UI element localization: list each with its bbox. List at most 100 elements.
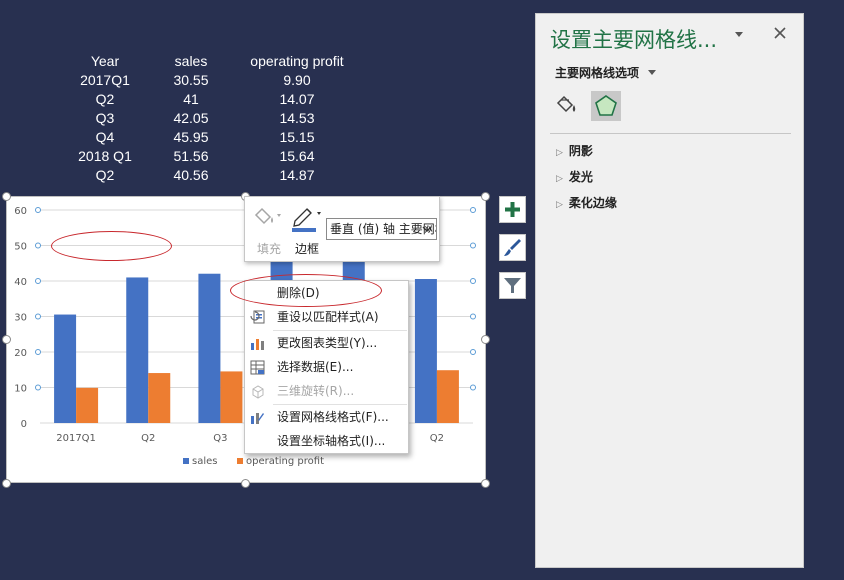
table-cell: 51.56 — [173, 148, 209, 164]
resize-handle[interactable] — [2, 192, 11, 201]
table-row: Q4 45.95 15.15 — [60, 128, 362, 147]
table-row: Q3 42.05 14.53 — [60, 109, 362, 128]
section-label: 柔化边缘 — [568, 196, 617, 210]
pen-outline-icon — [292, 208, 321, 232]
legend-swatch — [183, 458, 189, 464]
annotation-ellipse-gridline — [51, 231, 172, 261]
menu-item-label: 重设以匹配样式(A) — [277, 310, 379, 324]
resize-handle[interactable] — [481, 335, 490, 344]
border-button[interactable]: 边框 — [289, 203, 325, 257]
resize-handle[interactable] — [241, 479, 250, 488]
paint-bucket-icon — [254, 207, 281, 225]
resize-handle[interactable] — [481, 479, 490, 488]
table-header-row: Year sales operating profit — [60, 52, 362, 71]
table-cell: 15.64 — [279, 148, 315, 164]
gridline-selection-handle — [470, 207, 476, 213]
legend-swatch — [237, 458, 243, 464]
bar-operating-profit — [148, 373, 171, 423]
options-label: 主要网格线选项 — [555, 66, 640, 80]
table-cell: Q2 — [95, 167, 115, 183]
chart-filters-button[interactable] — [499, 272, 526, 299]
format-pane: 设置主要网格线... 主要网格线选项 ▷ 阴影 ▷ 发光 ▷ 柔化边缘 — [535, 13, 804, 568]
menu-item-select-data[interactable]: 选择数据(E)... — [245, 355, 408, 379]
y-tick-label: 30 — [14, 313, 27, 324]
expand-triangle-icon: ▷ — [556, 200, 563, 210]
data-table: Year sales operating profit 2017Q1 30.55… — [60, 52, 362, 185]
gridline-selection-handle — [470, 384, 476, 391]
table-cell: 9.90 — [283, 72, 311, 88]
tab-fill-line[interactable] — [553, 91, 583, 121]
close-icon — [774, 27, 786, 39]
y-tick-label: 60 — [14, 206, 27, 217]
section-shadow[interactable]: ▷ 阴影 — [556, 142, 593, 159]
bar-operating-profit — [436, 370, 459, 423]
bar-sales — [414, 279, 437, 423]
gridline-selection-handle — [470, 278, 476, 284]
chart-type-icon — [251, 339, 264, 350]
tab-effects[interactable] — [591, 91, 621, 121]
menu-item-3d-rotation[interactable]: 三维旋转(R)... — [245, 379, 408, 403]
effects-icon — [595, 95, 617, 116]
paintbrush-icon — [504, 239, 521, 256]
bar-sales — [126, 277, 149, 423]
3d-rotation-icon — [252, 385, 264, 399]
caret-down-icon — [735, 32, 743, 37]
table-cell: 45.95 — [173, 129, 209, 145]
menu-item-label: 设置坐标轴格式(I)... — [277, 434, 386, 448]
y-tick-label: 0 — [21, 419, 27, 430]
x-tick-label: Q2 — [430, 433, 444, 444]
reset-style-icon — [250, 310, 265, 324]
menu-item-change-chart-type[interactable]: 更改图表类型(Y)... — [245, 331, 408, 355]
bar-operating-profit — [220, 371, 243, 423]
bar-sales — [54, 314, 77, 423]
options-dropdown[interactable]: 主要网格线选项 — [555, 64, 657, 81]
table-cell: 2017Q1 — [80, 72, 130, 88]
y-tick-label: 10 — [14, 384, 27, 395]
section-soft-edges[interactable]: ▷ 柔化边缘 — [556, 194, 617, 211]
border-label: 边框 — [294, 242, 319, 256]
resize-handle[interactable] — [481, 192, 490, 201]
chart-element-select[interactable]: 垂直 (值) 轴 主要网格线 — [326, 218, 437, 240]
section-glow[interactable]: ▷ 发光 — [556, 168, 593, 185]
gridline-selection-handle — [35, 207, 41, 213]
x-tick-label: Q3 — [213, 433, 227, 444]
chart-styles-button[interactable] — [499, 234, 526, 261]
menu-item-reset-style[interactable]: 重设以匹配样式(A) — [245, 305, 408, 329]
x-tick-label: Q2 — [141, 433, 155, 444]
gridline-selection-handle — [35, 313, 41, 320]
caret-down-icon — [647, 69, 657, 80]
table-row: Q2 40.56 14.87 — [60, 166, 362, 185]
chart-elements-button[interactable] — [499, 196, 526, 223]
bar-sales — [198, 273, 221, 423]
close-button[interactable] — [773, 25, 787, 45]
table-cell: 40.56 — [173, 167, 209, 183]
menu-item-format-gridlines[interactable]: 设置网格线格式(F)... — [245, 405, 408, 429]
fill-line-icon — [556, 95, 576, 113]
menu-item-label: 更改图表类型(Y)... — [277, 336, 378, 350]
resize-handle[interactable] — [2, 335, 11, 344]
pane-options-dropdown[interactable] — [733, 29, 745, 42]
gridline-selection-handle — [35, 384, 41, 391]
filter-icon — [504, 278, 521, 293]
menu-item-label: 三维旋转(R)... — [277, 384, 355, 398]
pane-title: 设置主要网格线... — [550, 28, 718, 52]
table-row: 2017Q1 30.55 9.90 — [60, 71, 362, 90]
annotation-ellipse-delete — [230, 274, 382, 307]
table-cell: 30.55 — [173, 72, 209, 88]
fill-button[interactable]: 填充 — [251, 203, 287, 257]
section-label: 阴影 — [568, 144, 593, 158]
table-cell: 41 — [183, 91, 199, 107]
gridline-selection-handle — [470, 242, 476, 249]
y-tick-label: 40 — [14, 277, 27, 288]
section-label: 发光 — [568, 170, 593, 184]
legend-label: operating profit — [246, 456, 324, 467]
table-header: sales — [174, 53, 208, 69]
legend-label: sales — [192, 456, 217, 467]
x-tick-label: 2017Q1 — [56, 433, 96, 444]
table-cell: Q2 — [95, 91, 115, 107]
table-row: 2018 Q1 51.56 15.64 — [60, 147, 362, 166]
table-header: Year — [90, 53, 120, 69]
table-row: Q2 41 14.07 — [60, 90, 362, 109]
menu-item-format-axis[interactable]: 设置坐标轴格式(I)... — [245, 429, 408, 453]
resize-handle[interactable] — [2, 479, 11, 488]
